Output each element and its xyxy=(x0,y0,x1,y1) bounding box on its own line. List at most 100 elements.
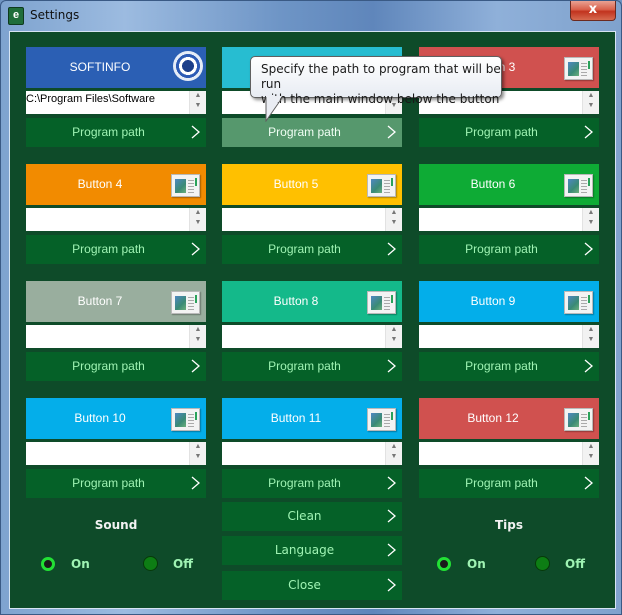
scroll-down-icon[interactable]: ▼ xyxy=(190,452,206,462)
path-input-scrollbar[interactable]: ▲ ▼ xyxy=(582,325,599,348)
scroll-down-icon[interactable]: ▼ xyxy=(583,335,599,345)
program-path-input[interactable]: ▲ ▼ xyxy=(419,325,599,348)
launcher-button-10[interactable]: Button 10 xyxy=(26,398,206,439)
scroll-down-icon[interactable]: ▼ xyxy=(190,218,206,228)
path-input-scrollbar[interactable]: ▲ ▼ xyxy=(189,325,206,348)
sound-off-label: Off xyxy=(173,557,193,571)
scroll-down-icon[interactable]: ▼ xyxy=(386,452,402,462)
clean-button-label: Clean xyxy=(287,509,322,523)
program-path-button[interactable]: Program path xyxy=(26,469,206,498)
close-button[interactable]: Close xyxy=(222,571,402,600)
language-button[interactable]: Language xyxy=(222,536,402,565)
program-path-input[interactable]: ▲ ▼ xyxy=(419,442,599,465)
program-path-button[interactable]: Program path xyxy=(419,469,599,498)
scroll-up-icon[interactable]: ▲ xyxy=(583,91,599,101)
scroll-up-icon[interactable]: ▲ xyxy=(190,208,206,218)
clean-button[interactable]: Clean xyxy=(222,502,402,531)
sound-on-radio[interactable] xyxy=(41,557,55,571)
launcher-button-1[interactable]: SOFTINFO xyxy=(26,47,206,88)
chevron-right-icon xyxy=(387,359,396,373)
program-path-input[interactable]: ▲ ▼ xyxy=(419,208,599,231)
chevron-right-icon xyxy=(387,476,396,490)
scroll-up-icon[interactable]: ▲ xyxy=(190,442,206,452)
path-input-scrollbar[interactable]: ▲ ▼ xyxy=(582,442,599,465)
language-button-label: Language xyxy=(274,543,335,557)
program-path-button[interactable]: Program path xyxy=(222,469,402,498)
scroll-down-icon[interactable]: ▼ xyxy=(583,452,599,462)
path-input-scrollbar[interactable]: ▲ ▼ xyxy=(385,442,402,465)
launcher-button-7[interactable]: Button 7 xyxy=(26,281,206,322)
title-bar[interactable]: e Settings x xyxy=(1,1,622,30)
sound-off-radio[interactable] xyxy=(143,556,158,571)
scroll-up-icon[interactable]: ▲ xyxy=(583,442,599,452)
path-input-scrollbar[interactable]: ▲ ▼ xyxy=(385,325,402,348)
launcher-cell-8: Button 8 ▲ ▼ Program path xyxy=(222,281,402,381)
launcher-button-6[interactable]: Button 6 xyxy=(419,164,599,205)
launcher-button-label: Button 8 xyxy=(273,294,319,308)
window-icon xyxy=(171,408,200,431)
chevron-right-icon xyxy=(387,509,396,523)
chevron-right-icon xyxy=(191,242,200,256)
program-path-button[interactable]: Program path xyxy=(222,118,402,147)
program-path-button[interactable]: Program path xyxy=(222,352,402,381)
scroll-down-icon[interactable]: ▼ xyxy=(583,101,599,111)
program-path-button[interactable]: Program path xyxy=(222,235,402,264)
program-path-input[interactable]: ▲ ▼ xyxy=(222,442,402,465)
program-path-button[interactable]: Program path xyxy=(419,235,599,264)
tips-off-radio[interactable] xyxy=(535,556,550,571)
scroll-up-icon[interactable]: ▲ xyxy=(583,325,599,335)
scroll-down-icon[interactable]: ▼ xyxy=(386,218,402,228)
program-path-input[interactable]: ▲ ▼ xyxy=(26,442,206,465)
scroll-down-icon[interactable]: ▼ xyxy=(386,335,402,345)
program-path-button-label: Program path xyxy=(465,476,538,490)
launcher-button-9[interactable]: Button 9 xyxy=(419,281,599,322)
program-path-button-label: Program path xyxy=(72,359,145,373)
scroll-up-icon[interactable]: ▲ xyxy=(386,325,402,335)
path-input-scrollbar[interactable]: ▲ ▼ xyxy=(189,208,206,231)
path-input-scrollbar[interactable]: ▲ ▼ xyxy=(189,442,206,465)
launcher-button-12[interactable]: Button 12 xyxy=(419,398,599,439)
launcher-button-4[interactable]: Button 4 xyxy=(26,164,206,205)
program-path-button[interactable]: Program path xyxy=(26,118,206,147)
scroll-up-icon[interactable]: ▲ xyxy=(583,208,599,218)
scroll-down-icon[interactable]: ▼ xyxy=(583,218,599,228)
window-icon xyxy=(171,174,200,197)
program-path-input[interactable]: ▲ ▼ xyxy=(26,325,206,348)
app-logo-icon: e xyxy=(8,7,24,25)
tips-on-radio[interactable] xyxy=(437,557,451,571)
scroll-down-icon[interactable]: ▼ xyxy=(190,335,206,345)
scroll-up-icon[interactable]: ▲ xyxy=(386,442,402,452)
launcher-button-label: Button 4 xyxy=(77,177,123,191)
launcher-button-5[interactable]: Button 5 xyxy=(222,164,402,205)
scroll-down-icon[interactable]: ▼ xyxy=(190,101,206,111)
program-path-input[interactable]: ▲ ▼ xyxy=(222,325,402,348)
program-path-button-label: Program path xyxy=(268,359,341,373)
launcher-button-label: Button 5 xyxy=(273,177,319,191)
program-path-button[interactable]: Program path xyxy=(26,235,206,264)
program-path-input[interactable]: C:\Program Files\Software ▲ ▼ xyxy=(26,91,206,114)
path-input-scrollbar[interactable]: ▲ ▼ xyxy=(582,208,599,231)
close-button-label: Close xyxy=(288,578,321,592)
launcher-button-8[interactable]: Button 8 xyxy=(222,281,402,322)
launcher-button-11[interactable]: Button 11 xyxy=(222,398,402,439)
launcher-cell-12: Button 12 ▲ ▼ Program path xyxy=(419,398,599,498)
program-path-button-label: Program path xyxy=(465,359,538,373)
window-icon xyxy=(564,291,593,314)
settings-panel: SOFTINFO C:\Program Files\Software ▲ ▼ P… xyxy=(9,31,616,609)
path-input-scrollbar[interactable]: ▲ ▼ xyxy=(582,91,599,114)
path-input-scrollbar[interactable]: ▲ ▼ xyxy=(189,91,206,114)
program-path-button[interactable]: Program path xyxy=(419,118,599,147)
program-path-input[interactable]: ▲ ▼ xyxy=(26,208,206,231)
program-path-input[interactable]: ▲ ▼ xyxy=(222,208,402,231)
scroll-up-icon[interactable]: ▲ xyxy=(386,208,402,218)
window-title: Settings xyxy=(30,8,80,22)
program-path-button[interactable]: Program path xyxy=(26,352,206,381)
launcher-cell-6: Button 6 ▲ ▼ Program path xyxy=(419,164,599,264)
close-window-button[interactable]: x xyxy=(570,1,616,21)
program-path-button[interactable]: Program path xyxy=(419,352,599,381)
launcher-button-label: Button 12 xyxy=(467,411,519,425)
path-input-scrollbar[interactable]: ▲ ▼ xyxy=(385,208,402,231)
scroll-up-icon[interactable]: ▲ xyxy=(190,325,206,335)
scroll-up-icon[interactable]: ▲ xyxy=(190,91,206,101)
program-path-button-label: Program path xyxy=(72,125,145,139)
